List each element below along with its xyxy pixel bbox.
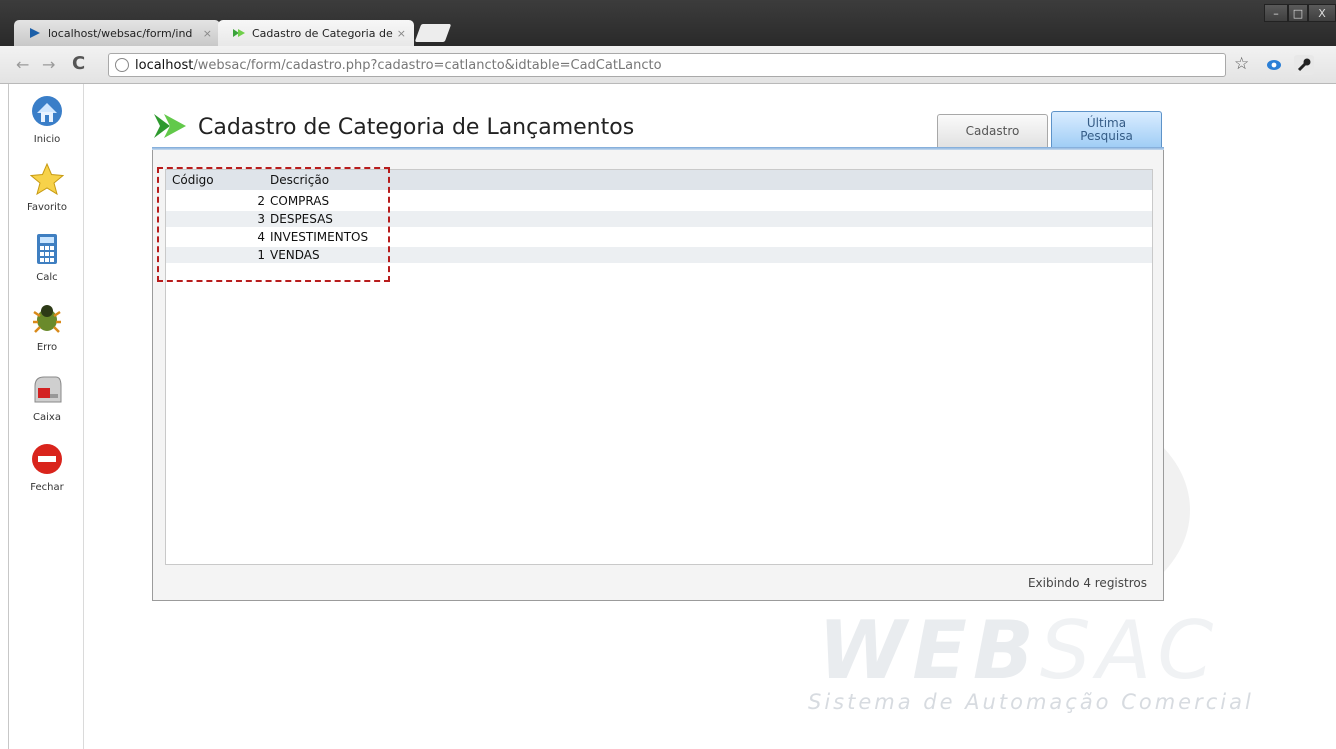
sidebar-item-label: Caixa <box>33 412 61 423</box>
bookmark-arrow-icon <box>154 114 186 138</box>
back-arrow-icon[interactable]: ← <box>16 55 29 74</box>
sidebar: Inicio Favorito Calc Erro Caixa Fechar <box>8 84 84 749</box>
watermark-logo: WEBSAC <box>818 604 1220 697</box>
sidebar-item-erro[interactable]: Erro <box>9 302 85 353</box>
url-host: localhost <box>135 57 194 73</box>
close-icon <box>32 444 62 474</box>
browser-tab-title: Cadastro de Categoria de La <box>252 26 393 40</box>
sidebar-item-label: Inicio <box>33 134 61 145</box>
forward-arrow-icon[interactable]: → <box>42 55 55 74</box>
bookmark-star-icon[interactable]: ☆ <box>1234 54 1249 74</box>
websac-favicon-icon <box>30 28 40 38</box>
tab-cadastro[interactable]: Cadastro <box>937 114 1048 148</box>
sidebar-item-label: Erro <box>36 342 58 353</box>
maximize-button[interactable]: □ <box>1288 4 1308 22</box>
calculator-icon <box>37 234 57 264</box>
url-path: /websac/form/cadastro.php?cadastro=catla… <box>193 57 662 73</box>
minimize-button[interactable]: – <box>1264 4 1288 22</box>
close-window-button[interactable]: X <box>1308 4 1336 22</box>
watermark-subtitle: Sistema de Automação Comercial <box>808 690 1254 714</box>
record-count: Exibindo 4 registros <box>1027 576 1147 590</box>
sidebar-item-inicio[interactable]: Inicio <box>9 94 85 145</box>
sidebar-item-calc[interactable]: Calc <box>9 232 85 283</box>
page-info-icon[interactable] <box>115 58 129 72</box>
browser-tab-cadastro[interactable]: Cadastro de Categoria de La × <box>218 20 414 46</box>
tab-ultima-pesquisa[interactable]: Última Pesquisa <box>1051 111 1162 148</box>
sidebar-item-favorito[interactable]: Favorito <box>9 162 85 213</box>
mailbox-icon <box>34 376 62 403</box>
sidebar-item-label: Favorito <box>27 202 67 213</box>
browser-toolbar: ← → C localhost/websac/form/cadastro.php… <box>0 46 1336 84</box>
star-icon <box>29 162 65 196</box>
tab-ultima-pesquisa-label: Última Pesquisa <box>1080 116 1133 143</box>
highlight-annotation <box>157 167 390 282</box>
wrench-icon[interactable] <box>1294 55 1314 75</box>
tab-close-icon[interactable]: × <box>203 27 212 40</box>
sidebar-item-label: Calc <box>36 272 58 283</box>
tab-cadastro-label: Cadastro <box>965 124 1020 138</box>
new-tab-button[interactable] <box>414 24 452 42</box>
bug-icon <box>33 305 61 333</box>
bookmark-arrow-icon <box>233 29 245 37</box>
extension-icon[interactable] <box>1266 58 1282 72</box>
tab-close-icon[interactable]: × <box>397 27 406 40</box>
browser-tab-title: localhost/websac/form/ind <box>48 26 193 40</box>
address-bar[interactable]: localhost/websac/form/cadastro.php?cadas… <box>108 53 1226 77</box>
browser-titlebar: localhost/websac/form/ind × Cadastro de … <box>0 0 1336 46</box>
sidebar-item-fechar[interactable]: Fechar <box>9 442 85 493</box>
page-title: Cadastro de Categoria de Lançamentos <box>198 115 635 140</box>
sidebar-item-caixa[interactable]: Caixa <box>9 372 85 423</box>
browser-tab-index[interactable]: localhost/websac/form/ind × <box>14 20 220 46</box>
sidebar-item-label: Fechar <box>30 482 64 493</box>
reload-icon[interactable]: C <box>72 53 85 74</box>
home-icon <box>32 96 62 126</box>
